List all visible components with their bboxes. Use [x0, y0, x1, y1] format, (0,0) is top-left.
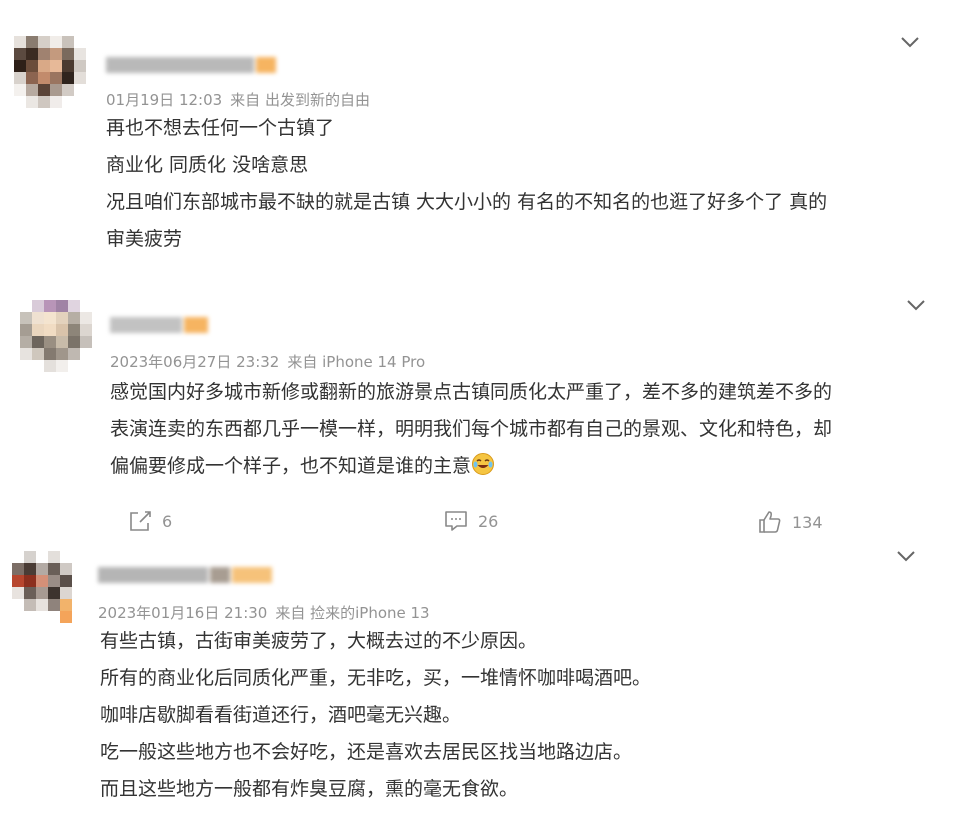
comment-line-text: 偏偏要修成一个样子，也不知道是谁的主意 — [110, 455, 472, 477]
comment-source: 来自 iPhone 14 Pro — [287, 353, 426, 371]
like-button[interactable]: 134 — [758, 510, 823, 534]
username-blurred[interactable] — [98, 567, 274, 587]
comment-line: 有些古镇，古街审美疲劳了，大概去过的不少原因。 — [100, 630, 538, 652]
chevron-down-icon[interactable] — [905, 294, 927, 316]
comment-line: 况且咱们东部城市最不缺的就是古镇 大大小小的 有名的不知名的也逛了好多个了 真的 — [106, 191, 828, 213]
share-button[interactable]: 6 — [128, 510, 172, 532]
comment-line: 审美疲劳 — [106, 228, 183, 250]
comment-actions: 6 26 134 — [0, 510, 969, 540]
comment-card: 01月19日 12:03 来自 出发到新的自由 再也不想去任何一个古镇了 商业化 … — [0, 0, 969, 270]
comment-icon — [445, 511, 467, 531]
comment-source: 来自 出发到新的自由 — [230, 91, 370, 109]
comment-line: 感觉国内好多城市新修或翻新的旅游景点古镇同质化太严重了，差不多的建筑差不多的 — [110, 381, 833, 403]
chevron-down-icon[interactable] — [895, 545, 917, 567]
avatar[interactable] — [12, 551, 84, 627]
comment-card: 2023年01月16日 21:30 来自 捡来的iPhone 13 有些古镇，古街… — [0, 545, 969, 819]
chevron-down-icon[interactable] — [899, 31, 921, 53]
thumbs-up-icon — [759, 511, 781, 533]
username-blurred[interactable] — [106, 57, 278, 77]
comment-meta: 2023年06月27日 23:32 来自 iPhone 14 Pro — [110, 351, 433, 372]
comment-meta: 2023年01月16日 21:30 来自 捡来的iPhone 13 — [98, 602, 438, 623]
comment-line: 咖啡店歇脚看看街道还行，酒吧毫无兴趣。 — [100, 704, 462, 726]
comment-time: 2023年01月16日 21:30 — [98, 604, 268, 622]
comment-text: 有些古镇，古街审美疲劳了，大概去过的不少原因。 所有的商业化后同质化严重，无非吃… — [100, 623, 651, 808]
comment-meta: 01月19日 12:03 来自 出发到新的自由 — [106, 89, 378, 110]
comment-line: 商业化 同质化 没啥意思 — [106, 154, 309, 176]
username-blurred[interactable] — [110, 317, 210, 337]
comment-text: 再也不想去任何一个古镇了 商业化 同质化 没啥意思 况且咱们东部城市最不缺的就是… — [106, 110, 827, 258]
avatar[interactable] — [20, 300, 92, 376]
comment-line: 再也不想去任何一个古镇了 — [106, 117, 335, 139]
laughing-crying-emoji-icon — [472, 453, 495, 475]
comment-text: 感觉国内好多城市新修或翻新的旅游景点古镇同质化太严重了，差不多的建筑差不多的 表… — [110, 374, 832, 485]
comment-source: 来自 捡来的iPhone 13 — [275, 604, 430, 622]
comment-line: 偏偏要修成一个样子，也不知道是谁的主意 — [110, 448, 832, 485]
comment-button[interactable]: 26 — [444, 510, 498, 532]
comment-count: 26 — [478, 511, 499, 531]
comment-time: 2023年06月27日 23:32 — [110, 353, 280, 371]
share-icon — [130, 511, 151, 531]
avatar[interactable] — [14, 36, 86, 112]
comment-line: 表演连卖的东西都几乎一模一样，明明我们每个城市都有自己的景观、文化和特色，却 — [110, 418, 833, 440]
comment-line: 吃一般这些地方也不会好吃，还是喜欢去居民区找当地路边店。 — [100, 741, 633, 763]
share-count: 6 — [162, 511, 173, 531]
like-count: 134 — [792, 512, 823, 532]
comment-card: 2023年06月27日 23:32 来自 iPhone 14 Pro 感觉国内好多… — [0, 290, 969, 540]
comment-time: 01月19日 12:03 — [106, 91, 223, 109]
comment-line: 而且这些地方一般都有炸臭豆腐，熏的毫无食欲。 — [100, 778, 519, 800]
comment-line: 所有的商业化后同质化严重，无非吃，买，一堆情怀咖啡喝酒吧。 — [100, 667, 652, 689]
